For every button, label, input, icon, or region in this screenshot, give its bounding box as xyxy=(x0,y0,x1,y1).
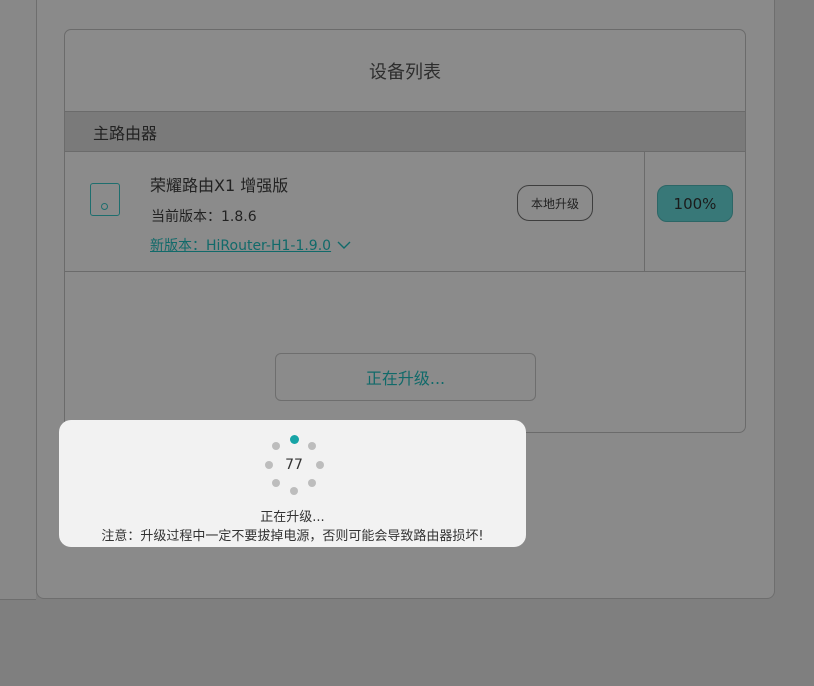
upgrading-button[interactable]: 正在升级... xyxy=(275,353,536,401)
local-upgrade-button[interactable]: 本地升级 xyxy=(517,185,593,221)
progress-badge: 100% xyxy=(657,185,733,222)
modal-status-text: 正在升级... xyxy=(260,510,325,525)
card-title: 设备列表 xyxy=(369,62,441,83)
column-divider xyxy=(644,152,645,272)
background-left-strip xyxy=(0,0,36,600)
section-main-router: 主路由器 xyxy=(65,111,745,152)
device-row: 荣耀路由X1 增强版 当前版本：1.8.6 新版本：HiRouter-H1-1.… xyxy=(65,152,745,272)
current-version: 当前版本：1.8.6 xyxy=(151,209,257,225)
spinner-progress-number: 77 xyxy=(285,457,303,473)
new-version-link[interactable]: 新版本：HiRouter-H1-1.9.0 xyxy=(150,235,351,255)
modal-warning-text: 注意：升级过程中一定不要拔掉电源，否则可能会导致路由器损坏! xyxy=(101,529,484,544)
router-icon xyxy=(90,183,120,216)
new-version-text[interactable]: 新版本：HiRouter-H1-1.9.0 xyxy=(150,235,331,255)
upgrade-progress-modal: 77 正在升级... 注意：升级过程中一定不要拔掉电源，否则可能会导致路由器损坏… xyxy=(59,420,526,547)
chevron-down-icon[interactable] xyxy=(337,241,351,250)
device-list-card: 设备列表 主路由器 荣耀路由X1 增强版 当前版本：1.8.6 新版本：HiRo… xyxy=(64,29,746,433)
device-name: 荣耀路由X1 增强版 xyxy=(150,176,289,195)
